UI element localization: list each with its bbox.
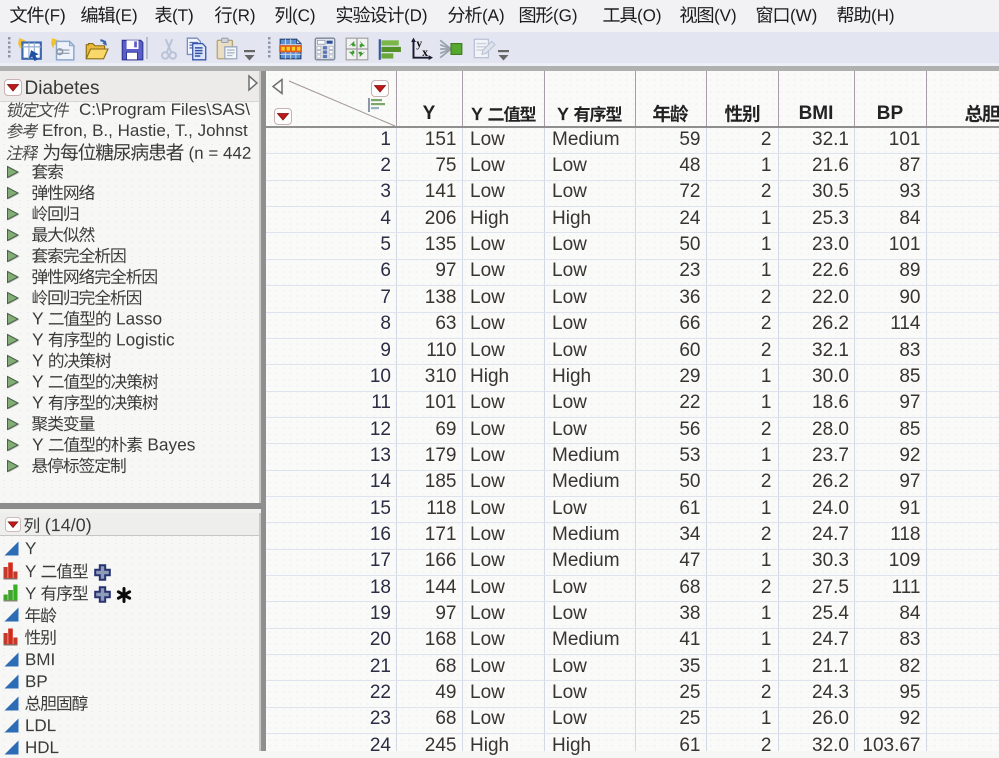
svg-text:x: x [422, 45, 428, 59]
